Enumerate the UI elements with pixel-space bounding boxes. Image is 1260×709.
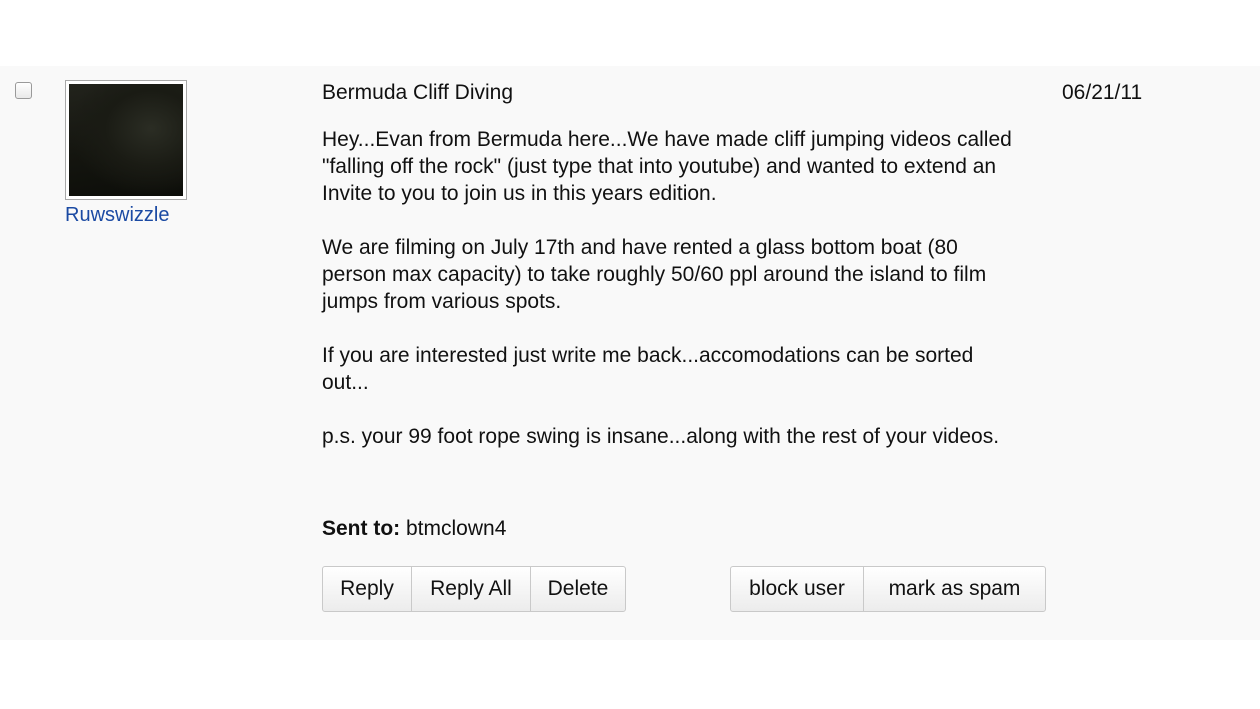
sender-avatar[interactable] [65,80,187,200]
message-paragraph: Hey...Evan from Bermuda here...We have m… [322,128,1012,205]
message-body: Hey...Evan from Bermuda here...We have m… [322,126,1022,477]
message-action-group: Reply Reply All Delete [322,566,626,612]
mark-as-spam-button[interactable]: mark as spam [864,567,1045,611]
message-paragraph: We are filming on July 17th and have ren… [322,236,987,313]
sent-to-label: Sent to: [322,517,401,540]
message-paragraph: If you are interested just write me back… [322,344,974,394]
sent-to-line: Sent to: btmclown4 [322,516,506,542]
message-subject: Bermuda Cliff Diving [322,81,514,104]
message-paragraph: p.s. your 99 foot rope swing is insane..… [322,425,1000,448]
reply-button[interactable]: Reply [323,567,412,611]
message-select-checkbox[interactable] [15,82,32,99]
avatar-image [69,84,183,196]
sender-username-link[interactable]: Ruwswizzle [65,203,187,227]
delete-button[interactable]: Delete [531,567,625,611]
reply-all-button[interactable]: Reply All [412,567,531,611]
sent-to-recipient: btmclown4 [406,517,507,540]
block-user-button[interactable]: block user [731,567,864,611]
moderation-action-group: block user mark as spam [730,566,1046,612]
inbox-page: Ruwswizzle Bermuda Cliff Diving 06/21/11… [0,0,1260,709]
message-date: 06/21/11 [1062,81,1143,104]
